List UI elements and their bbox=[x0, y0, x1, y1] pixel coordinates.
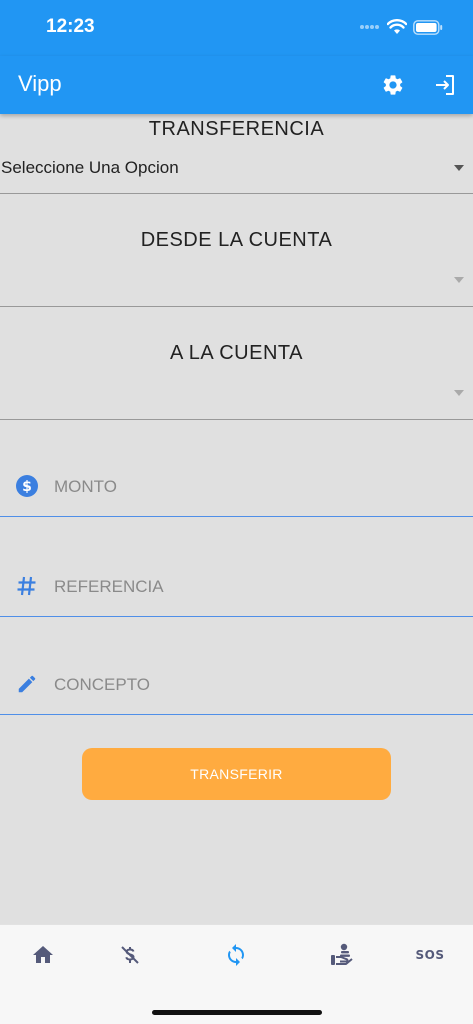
caret-down-icon bbox=[454, 165, 464, 171]
money-off-icon bbox=[121, 946, 139, 964]
amount-placeholder: MONTO bbox=[54, 477, 117, 496]
battery-icon bbox=[413, 19, 443, 35]
transfer-type-value: Seleccione Una Opcion bbox=[1, 158, 179, 177]
home-icon bbox=[33, 946, 53, 963]
status-icons bbox=[359, 19, 443, 35]
nav-item-home[interactable] bbox=[23, 939, 63, 971]
status-time: 12:23 bbox=[46, 16, 95, 37]
settings-button[interactable] bbox=[378, 70, 408, 100]
transfer-button[interactable]: TRANSFERIR bbox=[82, 748, 391, 800]
caret-down-icon bbox=[454, 277, 464, 283]
pencil-icon bbox=[15, 672, 39, 696]
nav-item-sos[interactable]: SOS bbox=[410, 939, 450, 971]
field-underline bbox=[0, 616, 473, 617]
sos-label: SOS bbox=[415, 948, 445, 962]
app-bar: Vipp bbox=[0, 56, 473, 114]
dollar-circle-icon: $ bbox=[15, 474, 39, 498]
from-account-label: DESDE LA CUENTA bbox=[140, 229, 333, 251]
concept-field[interactable]: CONCEPTO bbox=[0, 655, 473, 715]
concept-placeholder: CONCEPTO bbox=[54, 675, 151, 694]
login-exit-icon bbox=[436, 75, 454, 95]
hand-coins-icon bbox=[331, 943, 353, 965]
nav-item-payments[interactable] bbox=[110, 939, 150, 971]
status-bar: 12:23 bbox=[0, 0, 473, 56]
field-underline bbox=[0, 516, 473, 517]
logout-button[interactable] bbox=[430, 70, 460, 100]
gear-icon bbox=[383, 75, 403, 95]
transfer-type-dropdown[interactable]: Seleccione Una Opcion bbox=[0, 152, 473, 192]
home-indicator bbox=[152, 1010, 322, 1015]
hash-icon bbox=[15, 574, 39, 598]
nav-item-transfer[interactable] bbox=[216, 939, 256, 971]
transfer-type-label: TRANSFERENCIA bbox=[148, 118, 325, 140]
app-title: Vipp bbox=[18, 71, 62, 96]
to-account-label: A LA CUENTA bbox=[170, 342, 303, 364]
from-account-dropdown[interactable]: DESDE LA CUENTA bbox=[0, 194, 473, 306]
field-underline bbox=[0, 714, 473, 715]
cellular-signal-icon bbox=[360, 25, 379, 29]
divider bbox=[0, 419, 473, 420]
reference-placeholder: REFERENCIA bbox=[54, 577, 164, 596]
reference-field[interactable]: REFERENCIA bbox=[0, 557, 473, 617]
caret-down-icon bbox=[454, 390, 464, 396]
transfer-form: TRANSFERENCIA Seleccione Una Opcion DESD… bbox=[0, 114, 473, 924]
amount-field[interactable]: $ MONTO bbox=[0, 457, 473, 517]
sync-icon bbox=[228, 944, 244, 966]
to-account-dropdown[interactable]: A LA CUENTA bbox=[0, 307, 473, 419]
svg-text:$: $ bbox=[22, 479, 32, 495]
wifi-icon bbox=[387, 19, 407, 34]
nav-item-services[interactable] bbox=[322, 939, 362, 971]
bottom-nav: SOS bbox=[0, 924, 473, 1024]
